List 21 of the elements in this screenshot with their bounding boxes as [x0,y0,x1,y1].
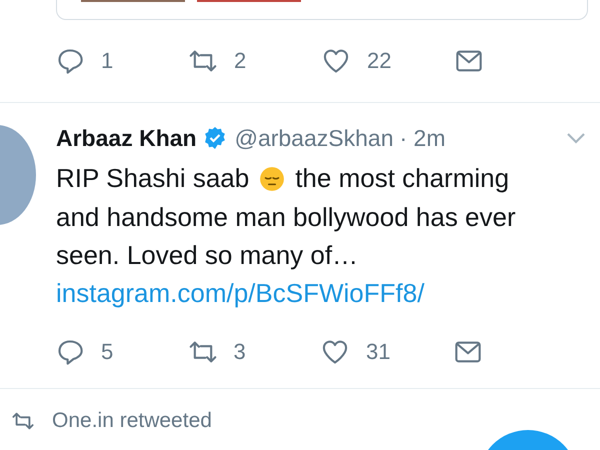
tweet-text: the most charming [295,163,510,194]
action-count: 5 [101,339,114,365]
pensive-face-icon [259,166,286,192]
action-count: 31 [366,339,390,365]
tweet-text: and handsome man bollywood has ever seen. Loved so many of… [56,201,517,272]
user-handle[interactable]: @arbaazSkhan [234,124,394,152]
tweet-text: RIP Shashi saab [56,163,250,194]
retweet-icon [12,410,34,432]
reply-icon[interactable] [56,338,84,366]
action-count: 2 [234,48,246,74]
action-count: 22 [367,48,392,74]
reply-icon[interactable] [56,47,84,75]
action-count: 1 [101,48,114,74]
heart-icon[interactable] [321,338,349,366]
heart-icon[interactable] [322,47,350,75]
media-card[interactable] [56,0,588,20]
retweet-label: One.in retweeted [52,409,212,433]
action-count: 3 [234,339,246,365]
instagram-link[interactable]: instagram.com/p/BcSFWioFFf8/ [56,274,586,312]
user-name[interactable]: Arbaaz Khan [56,124,197,152]
timestamp: · 2m [399,124,446,152]
